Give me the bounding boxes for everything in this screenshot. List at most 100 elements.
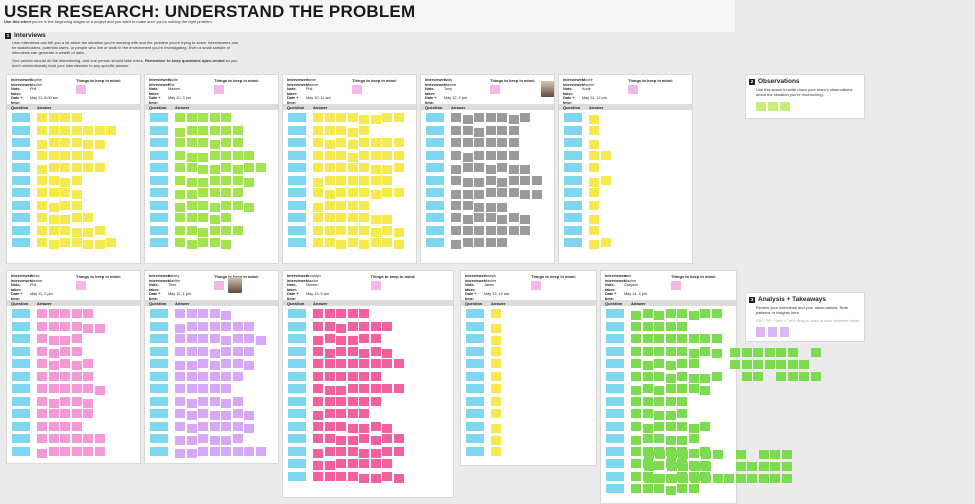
keep-in-mind-sticky[interactable] <box>490 85 500 94</box>
answer-sticky[interactable] <box>347 238 358 247</box>
answer-sticky[interactable] <box>497 188 507 197</box>
answer-sticky[interactable] <box>175 238 185 247</box>
answer-sticky[interactable] <box>198 213 208 222</box>
answer-sticky[interactable] <box>255 336 266 345</box>
answer-sticky[interactable] <box>451 175 461 185</box>
answer-sticky[interactable] <box>198 409 208 418</box>
answer-sticky[interactable] <box>382 434 392 443</box>
answer-sticky[interactable] <box>631 421 641 431</box>
answer-sticky[interactable] <box>221 150 231 160</box>
answer-sticky[interactable] <box>347 200 358 210</box>
keep-in-mind-sticky[interactable] <box>531 281 541 290</box>
question-sticky[interactable] <box>150 113 168 122</box>
answer-sticky[interactable] <box>631 311 641 320</box>
answer-sticky[interactable] <box>359 423 369 433</box>
question-sticky[interactable] <box>466 334 484 343</box>
analysis-green-sticky[interactable] <box>764 360 775 369</box>
answer-sticky[interactable] <box>677 371 687 381</box>
answer-sticky[interactable] <box>347 423 358 433</box>
answer-sticky[interactable] <box>677 321 687 331</box>
answer-sticky[interactable] <box>359 473 369 483</box>
question-sticky[interactable] <box>288 175 306 185</box>
answer-sticky[interactable] <box>186 152 197 162</box>
answer-sticky[interactable] <box>244 177 254 187</box>
answer-sticky[interactable] <box>60 421 70 431</box>
answer-sticky[interactable] <box>324 386 335 395</box>
answer-sticky[interactable] <box>393 227 404 237</box>
answer-sticky[interactable] <box>209 421 220 431</box>
question-sticky[interactable] <box>288 434 306 443</box>
answer-sticky[interactable] <box>60 336 70 345</box>
analysis-green-sticky[interactable] <box>758 474 769 483</box>
answer-sticky[interactable] <box>60 177 70 187</box>
question-sticky[interactable] <box>564 138 582 147</box>
analysis-green-sticky[interactable] <box>643 474 654 483</box>
answer-sticky[interactable] <box>209 446 220 456</box>
answer-sticky[interactable] <box>520 190 530 199</box>
answer-sticky[interactable] <box>382 321 392 331</box>
keep-in-mind-sticky[interactable] <box>352 85 362 94</box>
answer-sticky[interactable] <box>336 163 346 172</box>
analysis-green-sticky[interactable] <box>689 474 700 483</box>
answer-sticky[interactable] <box>347 175 358 185</box>
answer-sticky[interactable] <box>336 346 346 356</box>
interview-card[interactable]: Interviewee: Alexa Interviewer: Maxine Note-… <box>6 270 141 464</box>
answer-sticky[interactable] <box>631 396 641 406</box>
analysis-green-sticky[interactable] <box>770 474 780 483</box>
answer-sticky[interactable] <box>175 361 185 370</box>
answer-sticky[interactable] <box>336 409 346 418</box>
answer-sticky[interactable] <box>209 334 220 343</box>
analysis-green-sticky[interactable] <box>730 348 740 357</box>
answer-sticky[interactable] <box>324 446 335 456</box>
answer-sticky[interactable] <box>336 150 346 160</box>
answer-sticky[interactable] <box>71 434 82 443</box>
answer-sticky[interactable] <box>313 113 323 122</box>
answer-sticky[interactable] <box>665 384 676 393</box>
answer-sticky[interactable] <box>677 396 687 406</box>
answer-sticky[interactable] <box>370 238 381 247</box>
answer-sticky[interactable] <box>186 309 197 318</box>
interview-card[interactable]: Interviewee: Sophie Interviewer: Maxine Note… <box>6 74 141 264</box>
answer-sticky[interactable] <box>198 396 208 406</box>
answer-sticky[interactable] <box>491 423 501 433</box>
answer-sticky[interactable] <box>244 361 254 370</box>
answer-sticky[interactable] <box>71 334 82 343</box>
answer-sticky[interactable] <box>382 138 392 147</box>
answer-sticky[interactable] <box>255 446 266 456</box>
answer-sticky[interactable] <box>589 215 599 224</box>
answer-sticky[interactable] <box>198 359 208 368</box>
answer-sticky[interactable] <box>347 127 358 137</box>
answer-sticky[interactable] <box>186 398 197 408</box>
answer-sticky[interactable] <box>485 225 496 235</box>
question-sticky[interactable] <box>288 459 306 468</box>
answer-sticky[interactable] <box>654 461 664 470</box>
answer-sticky[interactable] <box>370 175 381 185</box>
answer-sticky[interactable] <box>700 373 710 383</box>
answer-sticky[interactable] <box>175 138 185 147</box>
answer-sticky[interactable] <box>451 213 461 222</box>
answer-sticky[interactable] <box>359 348 369 358</box>
answer-sticky[interactable] <box>370 138 381 147</box>
answer-sticky[interactable] <box>393 473 404 483</box>
analysis-green-sticky[interactable] <box>747 462 757 471</box>
answer-sticky[interactable] <box>347 459 358 468</box>
answer-sticky[interactable] <box>244 150 254 160</box>
answer-sticky[interactable] <box>462 215 473 224</box>
answer-sticky[interactable] <box>347 396 358 406</box>
answer-sticky[interactable] <box>359 309 369 318</box>
answer-sticky[interactable] <box>600 150 611 160</box>
interview-card[interactable]: Interviewee: Sally Interviewer: Maxine Note-… <box>420 74 555 264</box>
answer-sticky[interactable] <box>324 163 335 172</box>
answer-sticky[interactable] <box>221 436 231 445</box>
answer-sticky[interactable] <box>462 177 473 187</box>
answer-sticky[interactable] <box>221 346 231 356</box>
question-sticky[interactable] <box>150 309 168 318</box>
question-sticky[interactable] <box>12 384 30 393</box>
question-sticky[interactable] <box>606 471 624 481</box>
analysis-green-sticky[interactable] <box>712 474 723 483</box>
answer-sticky[interactable] <box>83 309 93 318</box>
answer-sticky[interactable] <box>255 163 266 172</box>
answer-sticky[interactable] <box>324 461 335 470</box>
answer-sticky[interactable] <box>60 163 70 172</box>
answer-sticky[interactable] <box>221 125 231 135</box>
